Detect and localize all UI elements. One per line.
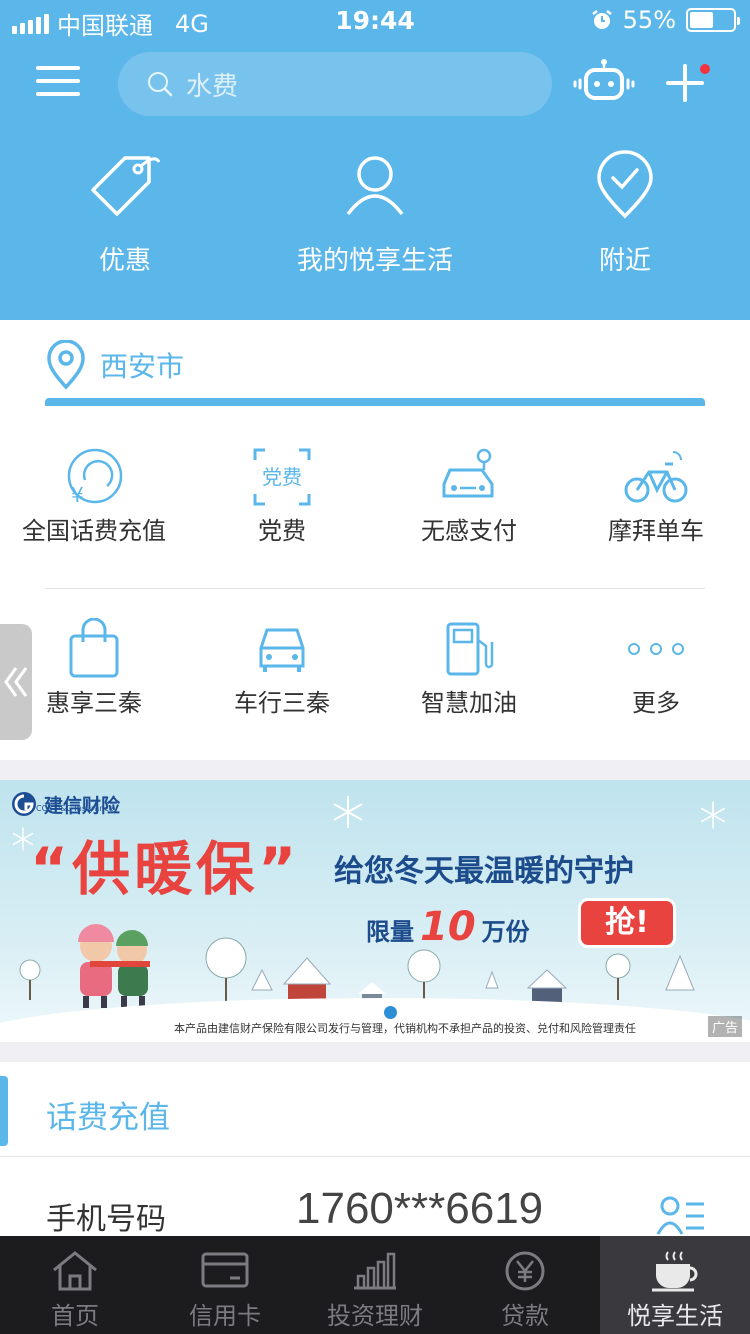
double-chevron-left-icon xyxy=(4,667,28,697)
side-drawer-handle[interactable] xyxy=(0,624,32,740)
recharge-divider xyxy=(0,1156,750,1157)
service-party-fee[interactable]: 党费 党费 xyxy=(188,446,376,546)
car-icon xyxy=(259,628,305,672)
ad-tag: 广告 xyxy=(707,1016,742,1037)
service-bicycle[interactable]: 摩拜单车 xyxy=(562,446,750,546)
status-bar: 中国联通 4G 19:44 55% xyxy=(0,0,750,42)
add-button[interactable] xyxy=(664,62,710,104)
tag-icon xyxy=(91,156,161,216)
robot-assistant-icon[interactable] xyxy=(572,58,636,102)
top-nav-discount[interactable]: 优惠 xyxy=(0,150,250,277)
search-placeholder: 水费 xyxy=(186,71,239,102)
banner-page-indicator xyxy=(384,1006,397,1019)
top-nav-nearby[interactable]: 附近 xyxy=(500,150,750,277)
bar-chart-icon xyxy=(354,1252,396,1290)
tab-life[interactable]: 悦享生活 xyxy=(600,1236,750,1334)
city-divider xyxy=(45,398,705,406)
banner-title: “供暖保” xyxy=(30,835,301,903)
shopping-bag-icon xyxy=(69,618,119,678)
phone-recharge-icon: ¥ xyxy=(67,448,123,507)
fuel-icon xyxy=(446,622,494,676)
top-nav: 优惠 我的悦享生活 附近 xyxy=(0,150,750,290)
recharge-title: 话费充值 xyxy=(46,1100,170,1136)
credit-card-icon xyxy=(201,1252,249,1288)
service-more[interactable]: 更多 xyxy=(562,618,750,718)
city-name: 西安市 xyxy=(100,350,185,383)
header: 中国联通 4G 19:44 55% 水费 优惠 我的悦享生活 附近 xyxy=(0,0,750,320)
service-car[interactable]: 车行三秦 xyxy=(188,618,376,718)
location-pin-icon xyxy=(47,340,85,390)
notification-dot xyxy=(700,64,710,74)
party-fee-icon-text: 党费 xyxy=(262,465,302,489)
banner-disclaimer: 本产品由建信财产保险有限公司发行与管理，代销机构不承担产品的投资、兑付和风险管理… xyxy=(174,1022,636,1035)
services-row-2: 惠享三秦 车行三秦 智慧加油 更多 xyxy=(0,618,750,768)
banner-subtitle: 给您冬天最温暖的守护 xyxy=(334,854,634,889)
section-accent-bar xyxy=(0,1076,8,1146)
services-row-1: ¥ 全国话费充值 党费 党费 无感支付 摩拜单车 xyxy=(0,446,750,596)
search-icon xyxy=(148,72,173,97)
service-phone-recharge[interactable]: ¥ 全国话费充值 xyxy=(0,446,188,546)
services-divider xyxy=(45,588,705,589)
alarm-icon xyxy=(591,10,612,29)
services-panel: 西安市 ¥ 全国话费充值 党费 党费 无感支付 摩拜单车 惠享三秦 车行三秦 智… xyxy=(0,320,750,760)
phone-label: 手机号码 xyxy=(46,1202,166,1237)
battery-icon xyxy=(686,8,740,32)
svg-text:¥: ¥ xyxy=(71,483,84,507)
service-fuel[interactable]: 智慧加油 xyxy=(375,618,563,718)
yuan-coin-icon xyxy=(505,1251,545,1291)
contact-book-icon[interactable] xyxy=(656,1194,706,1238)
bicycle-icon xyxy=(624,451,688,503)
service-car-pay[interactable]: 无感支付 xyxy=(375,446,563,546)
snowflake-icon xyxy=(333,796,363,828)
tab-home[interactable]: 首页 xyxy=(0,1236,150,1334)
tab-investment[interactable]: 投资理财 xyxy=(300,1236,450,1334)
menu-button[interactable] xyxy=(36,66,80,100)
snowflake-icon xyxy=(700,801,726,829)
coffee-cup-icon xyxy=(652,1251,698,1292)
tab-loan[interactable]: 贷款 xyxy=(450,1236,600,1334)
promo-banner[interactable]: 建信财险 CCB P&C Insurance “供暖保” 给您冬天最温暖的守护 … xyxy=(0,780,750,1042)
car-pay-icon xyxy=(442,448,494,498)
bottom-tab-bar: 首页 信用卡 投资理财 贷款 悦享生活 xyxy=(0,1236,750,1334)
battery-percent: 55% xyxy=(622,6,676,34)
more-icon xyxy=(628,643,684,655)
location-check-icon xyxy=(597,150,653,219)
tab-credit-card[interactable]: 信用卡 xyxy=(150,1236,300,1334)
phone-number-field[interactable]: 1760***6619 xyxy=(296,1184,543,1234)
city-selector[interactable]: 西安市 xyxy=(46,340,184,390)
search-input[interactable]: 水费 xyxy=(118,52,552,116)
party-fee-icon: 党费 xyxy=(253,448,311,506)
ccb-logo-icon xyxy=(12,792,36,816)
user-icon xyxy=(346,156,404,216)
top-nav-my-life[interactable]: 我的悦享生活 xyxy=(250,150,500,277)
home-icon xyxy=(53,1251,97,1291)
